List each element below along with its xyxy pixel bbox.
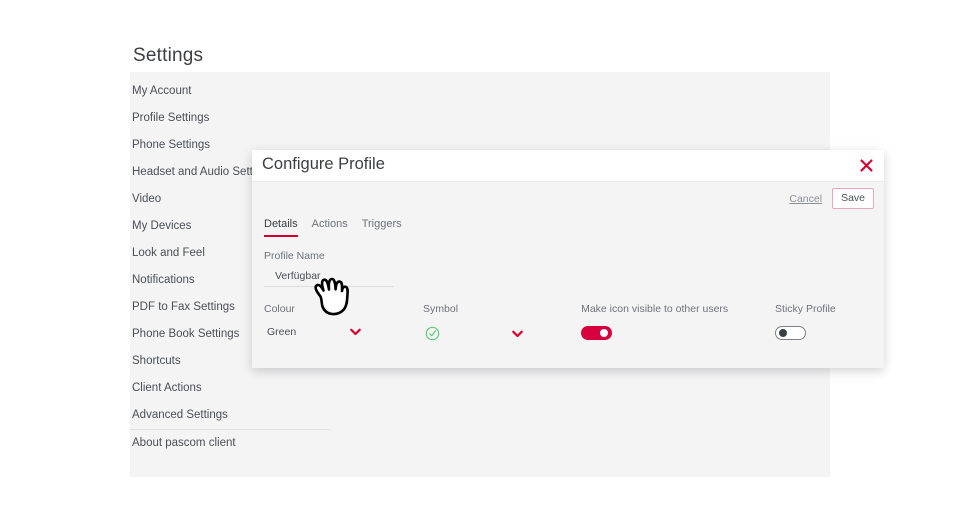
tab-details[interactable]: Details bbox=[264, 218, 298, 237]
settings-columns: Colour Green Symbol Make icon visible to… bbox=[264, 303, 872, 341]
colour-field-group: Colour Green bbox=[264, 303, 423, 341]
screen: Settings My Account Profile Settings Pho… bbox=[0, 0, 960, 520]
colour-value: Green bbox=[267, 326, 297, 338]
dialog-action-bar: Cancel Save bbox=[789, 188, 874, 209]
sidebar-item-my-account[interactable]: My Account bbox=[130, 78, 390, 105]
sticky-profile-label: Sticky Profile bbox=[775, 303, 836, 315]
sticky-profile-row bbox=[775, 326, 872, 340]
toggle-knob bbox=[600, 329, 609, 337]
profile-name-input[interactable] bbox=[264, 270, 394, 287]
sticky-profile-field-group: Sticky Profile bbox=[775, 303, 872, 341]
tab-actions[interactable]: Actions bbox=[312, 218, 348, 237]
sidebar-item-client-actions[interactable]: Client Actions bbox=[130, 375, 390, 402]
configure-profile-dialog: Configure Profile Cancel Save Details Ac… bbox=[252, 150, 884, 368]
chevron-down-icon[interactable] bbox=[350, 328, 361, 336]
sidebar-item-profile-settings[interactable]: Profile Settings bbox=[130, 105, 390, 132]
check-circle-icon bbox=[423, 326, 440, 341]
colour-select[interactable]: Green bbox=[264, 326, 423, 338]
visible-to-others-toggle[interactable] bbox=[581, 326, 613, 340]
sidebar-item-advanced-settings[interactable]: Advanced Settings bbox=[130, 402, 390, 429]
symbol-select[interactable] bbox=[423, 326, 581, 341]
symbol-label: Symbol bbox=[423, 303, 459, 315]
profile-name-label: Profile Name bbox=[264, 250, 325, 262]
chevron-down-icon[interactable] bbox=[512, 330, 523, 338]
tab-triggers[interactable]: Triggers bbox=[362, 218, 402, 237]
close-icon[interactable] bbox=[857, 156, 875, 174]
cancel-button[interactable]: Cancel bbox=[789, 193, 822, 205]
sidebar-item-about-pascom-client[interactable]: About pascom client bbox=[130, 430, 390, 457]
profile-name-field-group: Profile Name bbox=[264, 250, 394, 287]
dialog-tabs: Details Actions Triggers bbox=[264, 218, 402, 237]
save-button[interactable]: Save bbox=[832, 188, 874, 209]
visible-to-others-field-group: Make icon visible to other users bbox=[581, 303, 775, 341]
details-form: Profile Name Colour Green bbox=[264, 250, 872, 341]
toggle-knob bbox=[779, 329, 788, 337]
colour-label: Colour bbox=[264, 303, 295, 315]
visible-to-others-row bbox=[581, 326, 775, 340]
symbol-field-group: Symbol bbox=[423, 303, 581, 341]
dialog-title: Configure Profile bbox=[262, 155, 385, 173]
page-title: Settings bbox=[133, 45, 204, 66]
visible-to-others-label: Make icon visible to other users bbox=[581, 303, 729, 315]
dialog-header: Configure Profile bbox=[252, 150, 884, 182]
sticky-profile-toggle[interactable] bbox=[775, 326, 807, 340]
